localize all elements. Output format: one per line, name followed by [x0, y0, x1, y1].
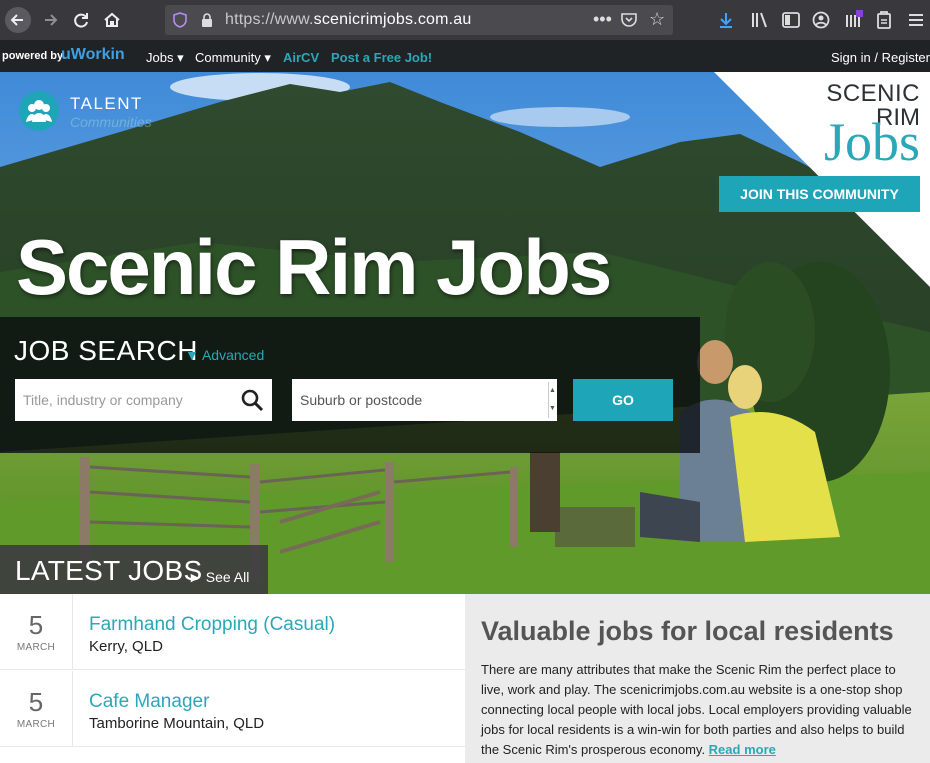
talent-logo-text: TALENT: [70, 94, 143, 113]
nav-aircv[interactable]: AirCV: [283, 50, 319, 65]
lock-icon[interactable]: [201, 13, 213, 27]
url-text[interactable]: https://www.scenicrimjobs.com.au: [225, 11, 471, 29]
library-icon[interactable]: [750, 10, 770, 30]
url-prefix: https://www.: [225, 11, 314, 28]
tracking-shield-icon[interactable]: [173, 12, 187, 28]
select-arrows-icon: ▲ ▼: [548, 382, 556, 418]
brand-jobs: Jobs: [823, 112, 920, 172]
job-location: Kerry, QLD: [89, 638, 163, 655]
job-list-item[interactable]: 5 MARCH Farmhand Cropping (Casual) Kerry…: [0, 594, 465, 670]
account-icon[interactable]: [811, 10, 831, 30]
nav-community[interactable]: Community ▾: [195, 50, 271, 66]
powered-by-label: powered by: [2, 50, 64, 62]
reload-button[interactable]: [68, 7, 94, 33]
hamburger-menu-icon[interactable]: [906, 10, 926, 30]
sidebar-icon[interactable]: [781, 10, 801, 30]
back-button[interactable]: [5, 7, 31, 33]
keyword-search-input[interactable]: Title, industry or company: [15, 379, 272, 421]
job-divider: [72, 594, 73, 670]
site-topbar: powered by uWorkin Jobs ▾ Community ▾ Ai…: [0, 40, 930, 72]
clipboard-icon[interactable]: [874, 10, 894, 30]
talent-communities-logo-icon[interactable]: [18, 90, 60, 132]
job-title-link[interactable]: Cafe Manager: [89, 691, 209, 713]
home-button[interactable]: [99, 7, 125, 33]
signin-register-link[interactable]: Sign in / Register: [831, 50, 930, 65]
job-date-month: MARCH: [16, 719, 56, 730]
uworkin-logo[interactable]: uWorkin: [61, 46, 125, 64]
job-date-month: MARCH: [16, 642, 56, 653]
bookmark-star-icon[interactable]: ☆: [649, 9, 665, 30]
job-date-day: 5: [28, 610, 44, 640]
join-community-button[interactable]: JOIN THIS COMMUNITY: [719, 176, 920, 212]
nav-jobs[interactable]: Jobs ▾: [146, 50, 184, 66]
job-search-title: JOB SEARCH: [14, 335, 198, 366]
job-search-panel: JOB SEARCH ▼ Advanced Title, industry or…: [0, 317, 700, 453]
talent-logo-subtext: Communities: [70, 114, 152, 130]
download-icon[interactable]: [716, 10, 736, 30]
hero-banner: TALENT Communities SCENIC RIM Jobs JOIN …: [0, 72, 930, 594]
extension-icon[interactable]: [844, 10, 864, 30]
browser-toolbar: https://www.scenicrimjobs.com.au ••• ☆: [0, 0, 930, 40]
job-divider: [72, 671, 73, 747]
job-list-item[interactable]: 5 MARCH Cafe Manager Tamborine Mountain,…: [0, 671, 465, 747]
keyword-placeholder: Title, industry or company: [23, 392, 183, 408]
pocket-icon[interactable]: [621, 12, 637, 27]
location-placeholder: Suburb or postcode: [300, 392, 423, 408]
page-actions-menu[interactable]: •••: [593, 9, 612, 30]
job-location: Tamborine Mountain, QLD: [89, 715, 265, 732]
latest-jobs-header: LATEST JOBS ► See All: [0, 545, 268, 594]
read-more-link[interactable]: Read more: [709, 742, 776, 757]
see-all-link[interactable]: ► See All: [188, 569, 249, 585]
job-title-link[interactable]: Farmhand Cropping (Casual): [89, 614, 335, 636]
address-bar[interactable]: https://www.scenicrimjobs.com.au ••• ☆: [165, 5, 673, 35]
brand-scenic: SCENIC: [826, 80, 920, 107]
jobs-list: 5 MARCH Farmhand Cropping (Casual) Kerry…: [0, 594, 465, 763]
search-icon[interactable]: [240, 388, 264, 412]
latest-jobs-title: LATEST JOBS: [15, 555, 203, 586]
location-select[interactable]: Suburb or postcode ▲ ▼: [292, 379, 557, 421]
forward-arrow-icon: [45, 14, 58, 26]
home-icon: [104, 12, 120, 27]
info-body-text: There are many attributes that make the …: [481, 662, 912, 757]
url-domain: scenicrimjobs.com.au: [313, 11, 472, 28]
hero-title: Scenic Rim Jobs: [16, 223, 612, 311]
info-panel: Valuable jobs for local residents There …: [465, 594, 930, 763]
nav-post-free-job[interactable]: Post a Free Job!: [331, 50, 432, 65]
back-arrow-icon: [10, 14, 23, 26]
job-date-day: 5: [28, 687, 44, 717]
forward-button[interactable]: [37, 7, 63, 33]
reload-icon: [74, 13, 88, 28]
info-body: There are many attributes that make the …: [481, 660, 921, 760]
go-button[interactable]: GO: [573, 379, 673, 421]
advanced-search-toggle[interactable]: ▼ Advanced: [185, 347, 264, 363]
info-heading: Valuable jobs for local residents: [481, 616, 894, 646]
